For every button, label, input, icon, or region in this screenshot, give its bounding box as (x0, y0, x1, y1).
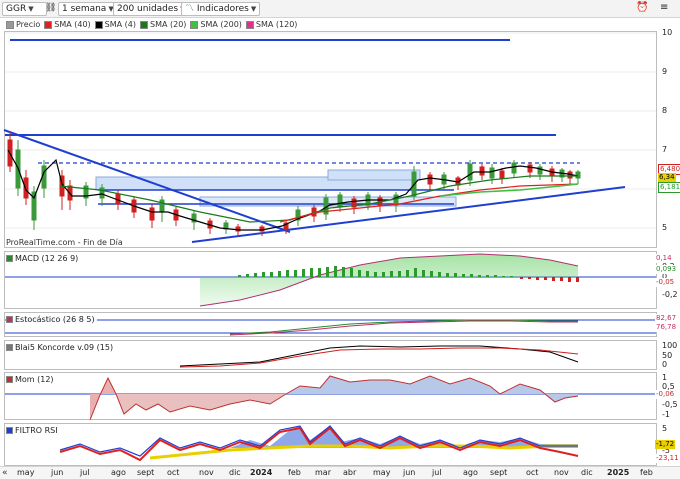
indicator-swatch (6, 376, 13, 383)
macd-label[interactable]: MACD (12 26 9) (6, 253, 81, 264)
koncorde-tick: 50 (662, 351, 673, 360)
time-tick: 2024 (250, 468, 273, 477)
time-tick: ago (111, 468, 126, 477)
time-tick: may (17, 468, 35, 477)
time-tick: feb (640, 468, 653, 477)
stochastic-label[interactable]: Estocástico (26 8 5) (6, 314, 97, 325)
macd-tick: -0,2 (662, 290, 678, 299)
stochastic-value: 76,78 (655, 323, 678, 332)
macd-pane (5, 253, 656, 307)
time-tick: jul (80, 468, 90, 477)
stochastic-pane (5, 319, 656, 336)
macd-value: 0,093 (655, 265, 678, 274)
indicator-label-text: FILTRO RSI (15, 426, 58, 435)
time-tick: oct (167, 468, 180, 477)
watermark: ProRealTime.com - Fin de Día (6, 238, 123, 247)
time-tick: ago (463, 468, 478, 477)
koncorde-pane (179, 345, 579, 368)
time-tick: sept (137, 468, 155, 477)
sma-200-line (439, 183, 579, 197)
time-tick: jul (432, 468, 442, 477)
koncorde-tick: 0 (662, 360, 668, 369)
indicator-swatch (6, 316, 13, 323)
indicator-swatch (6, 427, 13, 434)
time-tick: 2025 (607, 468, 630, 477)
time-axis: « may jun jul ago sept oct nov dic 2024 … (0, 466, 680, 479)
koncorde-label[interactable]: Blai5 Koncorde v.09 (15) (6, 342, 116, 353)
time-tick: oct (526, 468, 539, 477)
price-tick: 5 (662, 223, 668, 232)
indicator-label-text: MACD (12 26 9) (15, 254, 79, 263)
momentum-tick: -1 (662, 410, 670, 419)
macd-value: -0,05 (655, 278, 676, 287)
price-tag-last: 6,34 (658, 173, 676, 182)
price-tick: 10 (662, 28, 673, 37)
momentum-pane (5, 375, 656, 421)
time-tick: mar (315, 468, 331, 477)
price-tick: 7 (662, 145, 668, 154)
price-tick: 9 (662, 67, 668, 76)
scroll-left-icon[interactable]: « (2, 467, 8, 479)
macd-value: 0,14 (655, 254, 673, 263)
momentum-label[interactable]: Mom (12) (6, 374, 56, 385)
time-tick: dic (229, 468, 241, 477)
indicator-swatch (6, 255, 13, 262)
rsi-filter-tick: 5 (662, 424, 668, 433)
time-tick: feb (288, 468, 301, 477)
rsi-filter-pane (59, 425, 579, 462)
stochastic-value: 82,67 (655, 314, 678, 323)
rsi-filter-value: -1,72 (655, 440, 676, 449)
time-tick: jun (403, 468, 416, 477)
momentum-tick: -0,5 (662, 400, 678, 409)
time-tick: nov (199, 468, 214, 477)
indicator-label-text: Mom (12) (15, 375, 54, 384)
time-tick: jun (51, 468, 64, 477)
indicator-swatch (6, 344, 13, 351)
time-tick: sept (490, 468, 508, 477)
indicator-label-text: Blai5 Koncorde v.09 (15) (15, 343, 114, 352)
price-tag-lower: 6,181 (658, 182, 680, 193)
koncorde-tick: 100 (662, 341, 678, 350)
momentum-value: -0,06 (655, 390, 676, 399)
momentum-tick: 1 (662, 373, 668, 382)
time-tick: dic (581, 468, 593, 477)
indicator-label-text: Estocástico (26 8 5) (15, 315, 95, 324)
time-tick: may (373, 468, 391, 477)
time-tick: nov (554, 468, 569, 477)
rsi-filter-value: -23,11 (655, 454, 680, 463)
price-tick: 8 (662, 106, 668, 115)
rsi-filter-label[interactable]: FILTRO RSI (6, 425, 60, 436)
time-tick: abr (343, 468, 357, 477)
